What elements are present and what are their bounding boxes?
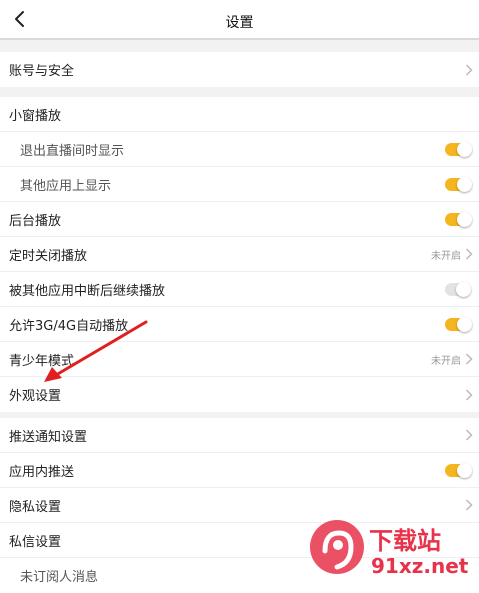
chevron-right-icon	[465, 499, 473, 511]
chevron-right-icon	[465, 248, 473, 260]
setting-row[interactable]: 应用内推送	[0, 453, 479, 488]
toggle-switch[interactable]	[445, 176, 472, 192]
setting-control	[465, 377, 473, 412]
setting-control: 未开启	[431, 342, 473, 376]
setting-label: 隐私设置	[9, 499, 62, 515]
top-bar: 设置	[0, 0, 479, 40]
toggle-switch[interactable]	[445, 316, 472, 332]
svg-text:下载站: 下载站	[369, 527, 441, 555]
setting-label: 外观设置	[9, 389, 62, 404]
toggle-switch[interactable]	[445, 141, 472, 157]
toggle-switch[interactable]	[445, 462, 472, 478]
account-section: 账号与安全	[0, 52, 479, 87]
watermark-logo: 下载站 91xz.net	[310, 520, 469, 578]
setting-label: 推送通知设置	[9, 429, 88, 445]
chevron-right-icon	[465, 353, 473, 365]
setting-row[interactable]: 被其他应用中断后继续播放	[0, 272, 479, 307]
setting-label: 私信设置	[9, 534, 62, 550]
status-text: 未开启	[431, 355, 461, 367]
setting-row[interactable]: 账号与安全	[0, 52, 479, 87]
setting-label: 其他应用上显示	[20, 178, 112, 194]
setting-label: 账号与安全	[9, 64, 75, 79]
setting-row[interactable]: 推送通知设置	[0, 418, 479, 453]
setting-control	[465, 52, 473, 87]
chevron-right-icon	[465, 388, 473, 401]
setting-label: 后台播放	[9, 213, 62, 229]
setting-row[interactable]: 定时关闭播放 未开启	[0, 237, 479, 272]
setting-label: 定时关闭播放	[9, 248, 88, 264]
chevron-right-icon	[465, 63, 473, 76]
red-arrow-annotation	[44, 320, 148, 382]
setting-row[interactable]: 后台播放	[0, 202, 479, 237]
chevron-right-icon	[465, 429, 473, 441]
toggle-switch[interactable]	[445, 281, 471, 297]
setting-label: 应用内推送	[9, 464, 75, 480]
setting-row[interactable]: 其他应用上显示	[0, 167, 479, 202]
setting-label: 退出直播间时显示	[20, 143, 125, 159]
setting-row: 小窗播放	[0, 97, 479, 132]
setting-label: 被其他应用中断后继续播放	[9, 283, 166, 299]
setting-control	[445, 167, 473, 201]
svg-text:91xz.net: 91xz.net	[371, 554, 469, 578]
setting-control	[465, 418, 473, 452]
status-text: 未开启	[431, 250, 461, 262]
setting-control	[445, 272, 473, 306]
setting-label: 小窗播放	[9, 108, 62, 124]
setting-control	[445, 202, 473, 236]
setting-control	[445, 307, 473, 341]
setting-control	[445, 453, 473, 487]
setting-row[interactable]: 退出直播间时显示	[0, 132, 479, 167]
page-title: 设置	[225, 15, 254, 31]
setting-control: 未开启	[431, 237, 473, 271]
toggle-switch[interactable]	[445, 211, 472, 227]
setting-label: 未订阅人消息	[20, 570, 99, 585]
setting-control	[445, 132, 473, 166]
